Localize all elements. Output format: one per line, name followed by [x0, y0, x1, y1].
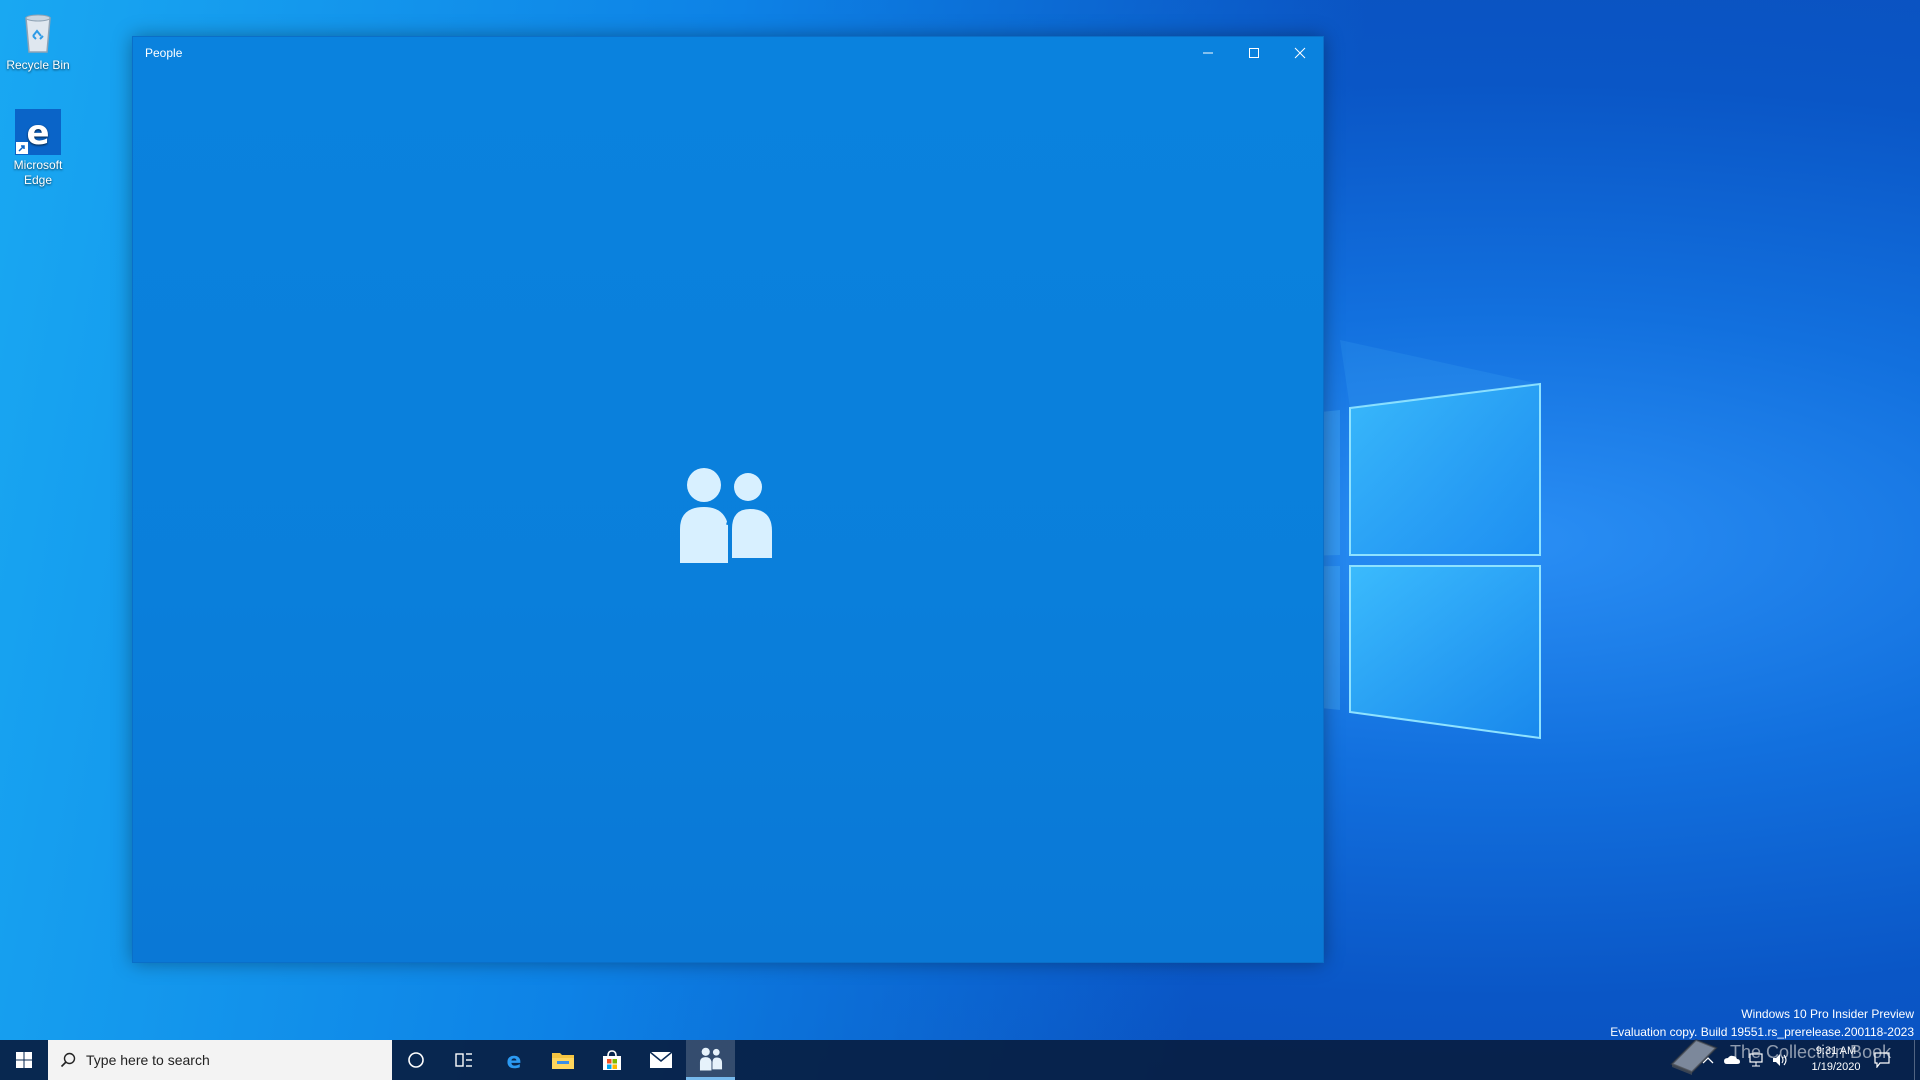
edge-icon: e	[14, 108, 62, 156]
search-icon	[60, 1052, 76, 1068]
microsoft-edge-label: Microsoft Edge	[13, 158, 63, 187]
recycle-bin-label: Recycle Bin	[6, 58, 70, 72]
mail-button[interactable]	[637, 1040, 685, 1080]
watermark-text: The Collection Book	[1730, 1042, 1892, 1062]
task-view-button[interactable]	[440, 1040, 488, 1080]
svg-text:e: e	[507, 1049, 522, 1072]
people-taskbar-button[interactable]	[686, 1040, 735, 1080]
edge-taskbar-button[interactable]: e	[490, 1040, 538, 1080]
recycle-bin-shortcut[interactable]: Recycle Bin	[0, 8, 76, 73]
microsoft-edge-shortcut[interactable]: e Microsoft Edge	[0, 108, 76, 188]
start-button[interactable]	[0, 1040, 48, 1080]
store-button[interactable]	[588, 1040, 636, 1080]
search-box[interactable]: Type here to search	[48, 1040, 392, 1080]
file-explorer-icon	[552, 1053, 574, 1069]
people-window: People	[132, 36, 1324, 963]
show-desktop-button[interactable]	[1914, 1040, 1920, 1080]
close-button[interactable]	[1277, 37, 1323, 69]
book-icon	[1670, 1038, 1718, 1075]
windows-start-icon	[16, 1052, 32, 1068]
cortana-icon	[408, 1052, 424, 1068]
maximize-icon	[1249, 48, 1259, 58]
desktop: Recycle Bin e Microsoft Edge People Wind…	[0, 0, 1920, 1080]
recycle-bin-icon	[14, 8, 62, 56]
edition-text: Windows 10 Pro Insider Preview	[1741, 1007, 1914, 1021]
people-splash-icon	[680, 468, 772, 563]
build-text: Evaluation copy. Build 19551.rs_prerelea…	[1610, 1025, 1914, 1039]
minimize-icon	[1203, 52, 1213, 54]
store-icon	[603, 1050, 621, 1070]
minimize-button[interactable]	[1185, 37, 1231, 69]
cortana-button[interactable]	[392, 1040, 440, 1080]
task-view-icon	[455, 1053, 472, 1067]
taskbar: Type here to search e 9:31 AM 1/19/2020	[0, 1040, 1920, 1080]
window-title: People	[145, 46, 183, 60]
mail-icon	[649, 1051, 673, 1068]
search-placeholder: Type here to search	[86, 1052, 210, 1068]
edge-icon: e	[507, 1049, 522, 1072]
watermark-logo	[1668, 1034, 1720, 1076]
file-explorer-button[interactable]	[539, 1040, 587, 1080]
close-icon	[1294, 47, 1306, 59]
maximize-button[interactable]	[1231, 37, 1277, 69]
evaluation-watermark: Windows 10 Pro Insider Preview Evaluatio…	[1610, 1005, 1914, 1041]
people-icon	[699, 1047, 722, 1071]
svg-text:e: e	[26, 113, 49, 153]
title-bar[interactable]: People	[133, 37, 1323, 69]
